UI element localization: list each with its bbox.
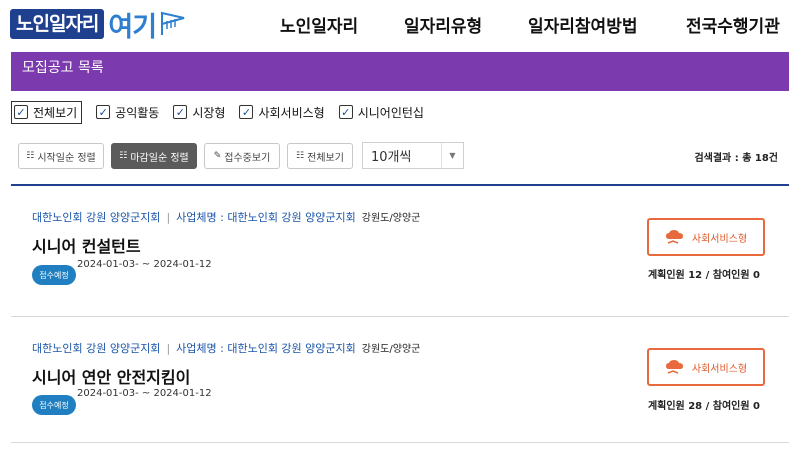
nav-agencies[interactable]: 전국수행기관: [686, 12, 780, 37]
job-region: 강원도/양양군: [361, 213, 421, 224]
list-icon: ☷: [119, 151, 128, 161]
list-icon: ☷: [26, 151, 35, 161]
list-icon: ☷: [296, 151, 305, 161]
button-label: 마감일순 정렬: [130, 152, 189, 164]
status-badge: 접수예정: [32, 265, 76, 285]
list-title-bar: 모집공고 목록: [11, 52, 789, 91]
card-divider: [11, 316, 789, 317]
page-size-select[interactable]: 10개씩 ▼: [362, 142, 464, 169]
checkbox-icon[interactable]: ✓: [239, 105, 254, 119]
filter-public-service[interactable]: ✓ 공익활동: [96, 104, 159, 121]
chevron-down-icon: ▼: [441, 143, 463, 168]
nav-senior-jobs[interactable]: 노인일자리: [280, 12, 358, 37]
job-meta: 대한노인회 강원 양양군지회 | 사업체명 : 대한노인회 강원 양양군지회 강원도/…: [32, 211, 421, 224]
job-region: 강원도/양양군: [361, 344, 421, 355]
filter-label: 시니어인턴십: [357, 105, 424, 120]
card-divider: [11, 442, 789, 443]
job-title[interactable]: 시니어 컨설턴트: [32, 233, 141, 257]
filter-group: ✓ 전체보기 ✓ 공익활동 ✓ 시장형 ✓ 사회서비스형 ✓ 시니어인턴십: [11, 100, 438, 124]
job-period: 2024-01-03- ~ 2024-01-12: [77, 388, 212, 399]
status-badge: 접수예정: [32, 395, 76, 415]
button-label: 시작일순 정렬: [37, 152, 96, 164]
job-counts: 계획인원 28 / 참여인원 0: [647, 401, 760, 412]
list-title: 모집공고 목록: [22, 60, 104, 76]
pencil-icon: ✎: [213, 151, 222, 161]
site-logo[interactable]: 노인일자리 여기: [10, 6, 188, 43]
filter-label: 사회서비스형: [258, 105, 325, 120]
sort-deadline-button[interactable]: ☷ 마감일순 정렬: [111, 143, 197, 169]
filter-label: 전체보기: [33, 105, 78, 120]
logo-main-text: 노인일자리: [10, 9, 105, 39]
button-label: 접수중보기: [224, 152, 271, 164]
nav-how-to-join[interactable]: 일자리참여방법: [528, 12, 637, 37]
list-top-divider: [11, 184, 789, 186]
checkbox-icon[interactable]: ✓: [338, 105, 353, 119]
job-type-label: 사회서비스형: [691, 363, 748, 375]
nav-job-types[interactable]: 일자리유형: [404, 12, 482, 37]
job-business: 사업체명 : 대한노인회 강원 양양군지회: [176, 211, 356, 224]
job-type-button[interactable]: 사회서비스형: [647, 218, 765, 256]
result-count: 검색결과 : 총 18건: [694, 153, 778, 164]
flag-icon: [161, 11, 185, 35]
sort-start-button[interactable]: ☷ 시작일순 정렬: [18, 143, 104, 169]
cloud-hand-icon: [665, 230, 683, 244]
checkbox-icon[interactable]: ✓: [96, 105, 111, 119]
view-all-button[interactable]: ☷ 전체보기: [287, 143, 353, 169]
filter-label: 공익활동: [115, 105, 160, 120]
job-type-button[interactable]: 사회서비스형: [647, 348, 765, 386]
filter-social-service[interactable]: ✓ 사회서비스형: [239, 104, 325, 121]
filter-all[interactable]: ✓ 전체보기: [11, 100, 83, 124]
job-org: 대한노인회 강원 양양군지회: [32, 342, 161, 355]
logo-accent-text: 여기: [108, 11, 157, 43]
page-size-value: 10개씩: [371, 150, 412, 165]
button-label: 전체보기: [307, 152, 344, 164]
job-counts: 계획인원 12 / 참여인원 0: [647, 270, 760, 281]
filter-label: 시장형: [192, 105, 226, 120]
filter-market[interactable]: ✓ 시장형: [173, 104, 225, 121]
cloud-hand-icon: [665, 360, 683, 374]
site-header: 노인일자리 여기 노인일자리 일자리유형 일자리참여방법 전국수행기관: [0, 0, 800, 52]
filter-senior-intern[interactable]: ✓ 시니어인턴십: [338, 104, 424, 121]
checkbox-icon[interactable]: ✓: [14, 105, 28, 119]
checkbox-icon[interactable]: ✓: [173, 105, 188, 119]
job-business: 사업체명 : 대한노인회 강원 양양군지회: [176, 342, 356, 355]
job-meta: 대한노인회 강원 양양군지회 | 사업체명 : 대한노인회 강원 양양군지회 강원도/…: [32, 342, 421, 355]
job-period: 2024-01-03- ~ 2024-01-12: [77, 259, 212, 270]
job-type-label: 사회서비스형: [691, 233, 748, 245]
job-title[interactable]: 시니어 연안 안전지킴이: [32, 364, 190, 388]
job-org: 대한노인회 강원 양양군지회: [32, 211, 161, 224]
view-open-button[interactable]: ✎ 접수중보기: [204, 143, 280, 169]
page: 노인일자리 여기 노인일자리 일자리유형 일자리참여방법 전국수행기관 모집공고…: [0, 0, 800, 451]
